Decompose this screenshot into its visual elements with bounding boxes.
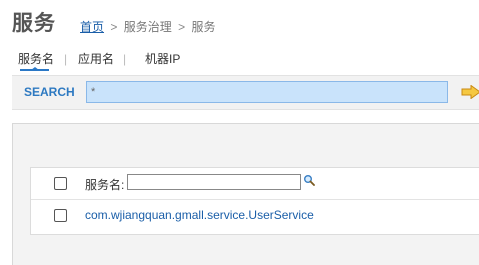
select-all-checkbox[interactable] [54,177,67,190]
header: 服务 首页 > 服务治理 > 服务 [0,0,479,40]
breadcrumb: 首页 > 服务治理 > 服务 [80,18,215,35]
search-type-tabs: 服务名 | 应用名 | 机器IP [0,48,479,72]
table-row: com.wjiangquan.gmall.service.UserService [31,199,479,232]
service-name-column-label: 服务名: [85,178,125,192]
tab-application-name[interactable]: 应用名 [78,50,114,67]
tab-service-name[interactable]: 服务名 [18,50,54,67]
tab-divider: | [64,52,68,66]
tab-divider: | [123,52,127,66]
row-checkbox[interactable] [54,209,67,222]
active-tab-indicator [31,67,39,70]
page-title: 服务 [12,11,56,35]
search-label: SEARCH [24,85,75,99]
breadcrumb-separator: > [178,20,186,34]
table-header-row: 服务名: [31,168,479,200]
service-link[interactable]: com.wjiangquan.gmall.service.UserService [85,208,314,222]
service-table: 服务名: com.wjiangquan.gmall.service.UserSe… [30,167,479,235]
search-bar: SEARCH [12,75,479,110]
breadcrumb-home-link[interactable]: 首页 [80,20,104,34]
breadcrumb-service-governance: 服务治理 [123,20,172,34]
search-input[interactable] [86,81,448,103]
magnifier-icon[interactable] [303,174,315,186]
tab-machine-ip[interactable]: 机器IP [145,50,180,67]
arrow-right-icon[interactable] [461,85,479,99]
page: 服务 首页 > 服务治理 > 服务 服务名 | 应用名 | 机器IP SEARC… [0,0,479,265]
breadcrumb-current: 服务 [191,20,216,34]
breadcrumb-separator: > [110,20,118,34]
service-name-filter-input[interactable] [127,174,301,190]
